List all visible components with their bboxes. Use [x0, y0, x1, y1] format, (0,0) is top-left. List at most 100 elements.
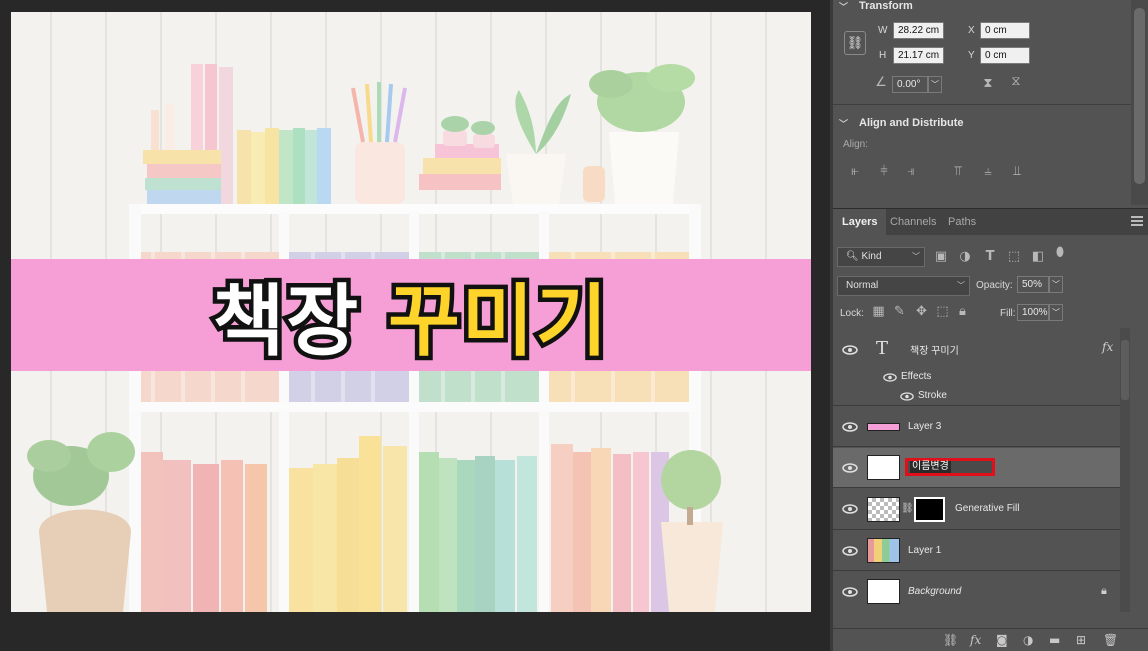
- chevron-down-icon: ﹀: [931, 80, 939, 89]
- angle-dropdown[interactable]: ﹀: [928, 76, 942, 93]
- tab-layers[interactable]: Layers: [833, 209, 887, 236]
- layer-mask-thumbnail[interactable]: [914, 497, 945, 522]
- align-top-icon[interactable]: ⫪: [950, 165, 966, 179]
- transform-title: Transform: [859, 0, 913, 12]
- fill-field[interactable]: 100%: [1017, 304, 1049, 321]
- layer-thumbnail: [867, 538, 900, 563]
- align-center-v-icon[interactable]: ⫨: [980, 165, 996, 179]
- opacity-dropdown[interactable]: ﹀: [1049, 276, 1063, 293]
- y-label: Y: [968, 50, 975, 61]
- align-header[interactable]: ﹀ Align and Distribute: [833, 114, 1131, 132]
- align-center-h-icon[interactable]: ⫩: [876, 165, 892, 179]
- visibility-eye-icon[interactable]: [842, 422, 858, 432]
- blend-mode-select[interactable]: Normal ﹀: [837, 276, 970, 296]
- link-layers-icon[interactable]: ⛓: [943, 633, 958, 647]
- layer-row-title-text[interactable]: T 책장 꾸미기 fx ︿ Effects Stroke: [833, 328, 1130, 406]
- visibility-eye-icon[interactable]: [842, 587, 858, 597]
- lock-label: Lock:: [840, 308, 864, 319]
- document-canvas[interactable]: 책장 꾸미기: [11, 12, 811, 612]
- new-group-icon[interactable]: ▬: [1049, 633, 1060, 647]
- fill-dropdown[interactable]: ﹀: [1049, 304, 1063, 321]
- layer-name[interactable]: Layer 1: [908, 545, 941, 556]
- layers-bottom-toolbar: ⛓ fx ◙ ◑ ▬ ⊞ 🗑︎: [833, 628, 1148, 651]
- chevron-down-icon: ﹀: [1052, 308, 1060, 317]
- layer-row-layer1[interactable]: Layer 1: [833, 531, 1130, 571]
- lock-pixels-icon[interactable]: ✎: [893, 305, 906, 319]
- link-proportions-button[interactable]: ⛓: [844, 31, 866, 55]
- layer-thumbnail: [867, 455, 900, 480]
- flip-horizontal-icon[interactable]: ⧗: [980, 77, 996, 91]
- stroke-effect-label: Stroke: [918, 390, 947, 401]
- layer-rename-input[interactable]: 이름변경: [910, 461, 951, 473]
- layers-panel-tabs: Layers Channels Paths: [833, 208, 1148, 236]
- align-title: Align and Distribute: [859, 117, 964, 129]
- lock-artboard-icon[interactable]: ⬚: [936, 305, 949, 319]
- filter-toggle-icon[interactable]: ⬮: [1055, 246, 1065, 260]
- add-mask-icon[interactable]: ◙: [996, 633, 1008, 647]
- layers-list[interactable]: T 책장 꾸미기 fx ︿ Effects Stroke Layer 3: [833, 328, 1133, 612]
- tab-paths[interactable]: Paths: [939, 209, 985, 236]
- delete-layer-icon[interactable]: 🗑︎: [1103, 633, 1118, 647]
- properties-scroll-thumb[interactable]: [1134, 8, 1145, 184]
- new-adjustment-layer-icon[interactable]: ◑: [1023, 633, 1033, 647]
- effects-visibility-eye-icon[interactable]: [883, 373, 899, 383]
- chevron-down-icon: ﹀: [957, 281, 965, 290]
- rename-highlight-box: 이름변경: [905, 458, 995, 476]
- filter-kind-select[interactable]: 🔍︎ Kind ﹀: [837, 247, 925, 267]
- effects-label: Effects: [901, 371, 932, 382]
- transform-header[interactable]: ﹀ Transform: [833, 0, 1131, 15]
- layer-effects-fx-icon[interactable]: fx: [1102, 340, 1113, 354]
- visibility-eye-icon[interactable]: [842, 504, 858, 514]
- layer-name[interactable]: Background: [908, 586, 961, 597]
- layer-row-renaming[interactable]: 이름변경: [833, 448, 1130, 488]
- h-label: H: [879, 50, 887, 61]
- layer-row-layer3[interactable]: Layer 3: [833, 407, 1130, 447]
- visibility-eye-icon[interactable]: [842, 345, 858, 355]
- lock-transparency-icon[interactable]: ▦: [872, 305, 885, 319]
- filter-pixel-icon[interactable]: ▣: [934, 250, 948, 264]
- blend-mode-value: Normal: [846, 280, 879, 291]
- visibility-eye-icon[interactable]: [842, 546, 858, 556]
- lock-position-icon[interactable]: ✥: [915, 305, 928, 319]
- y-field[interactable]: 0 cm: [980, 47, 1030, 64]
- filter-type-icon[interactable]: T: [983, 250, 997, 264]
- opacity-field[interactable]: 50%: [1017, 276, 1049, 293]
- x-label: X: [968, 25, 975, 36]
- tab-channels[interactable]: Channels: [881, 209, 945, 236]
- filter-adjustment-icon[interactable]: ◑: [958, 250, 972, 264]
- align-right-icon[interactable]: ⫣: [903, 165, 919, 179]
- layer-name[interactable]: Generative Fill: [955, 503, 1019, 514]
- align-bottom-icon[interactable]: ⫫: [1009, 165, 1025, 179]
- layer-name[interactable]: Layer 3: [908, 421, 941, 432]
- width-field[interactable]: 28.22 cm: [893, 22, 944, 39]
- height-field[interactable]: 21.17 cm: [893, 47, 944, 64]
- filter-smart-object-icon[interactable]: ◧: [1031, 250, 1045, 264]
- visibility-eye-icon[interactable]: [842, 463, 858, 473]
- mask-link-icon[interactable]: ⛓: [901, 503, 914, 514]
- document-workspace[interactable]: 책장 꾸미기: [0, 0, 830, 651]
- new-layer-icon[interactable]: ⊞: [1076, 633, 1086, 647]
- layer-thumbnail: [867, 579, 900, 604]
- angle-field[interactable]: 0.00°: [892, 76, 928, 93]
- layer-name[interactable]: 책장 꾸미기: [910, 342, 959, 357]
- layers-scroll-thumb[interactable]: [1121, 340, 1129, 400]
- w-label: W: [878, 25, 888, 36]
- layer-row-background[interactable]: Background 🔒︎: [833, 572, 1130, 612]
- filter-shape-icon[interactable]: ⬚: [1007, 250, 1021, 264]
- align-left-icon[interactable]: ⫦: [847, 165, 863, 179]
- x-field[interactable]: 0 cm: [980, 22, 1030, 39]
- chevron-down-icon: ﹀: [1052, 280, 1060, 289]
- title-word-1: 책장: [208, 273, 363, 372]
- stroke-visibility-eye-icon[interactable]: [900, 392, 916, 402]
- layer-row-generative-fill[interactable]: ⛓ Generative Fill: [833, 489, 1130, 530]
- lock-all-icon[interactable]: 🔒︎: [956, 305, 969, 319]
- chevron-down-icon: ﹀: [839, 1, 849, 12]
- flip-vertical-icon[interactable]: ⧖: [1008, 75, 1024, 89]
- panel-menu-icon[interactable]: [1131, 216, 1143, 226]
- lock-icon[interactable]: 🔒︎: [1101, 584, 1107, 598]
- title-word-2: 꾸미기: [384, 273, 612, 372]
- add-layer-style-icon[interactable]: fx: [970, 633, 981, 647]
- type-layer-icon: T: [876, 338, 889, 359]
- angle-icon: ∠: [875, 75, 887, 90]
- chain-link-icon: ⛓: [846, 35, 864, 51]
